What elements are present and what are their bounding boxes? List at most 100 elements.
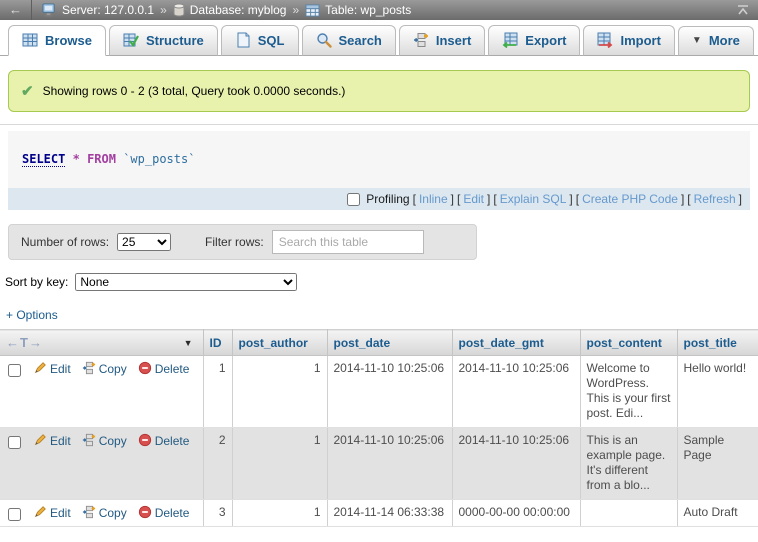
back-arrow-icon[interactable]: ←	[0, 0, 32, 20]
breadcrumb-database-label: Database: myblog	[190, 3, 287, 17]
tab-more[interactable]: ▼ More	[678, 26, 754, 56]
success-message: ✔ Showing rows 0 - 2 (3 total, Query too…	[8, 70, 750, 112]
edit-row-link[interactable]: Edit	[33, 362, 71, 376]
pencil-icon	[33, 505, 47, 519]
tab-label: Structure	[146, 33, 204, 48]
tab-insert[interactable]: Insert	[399, 25, 485, 56]
tab-import[interactable]: Import	[583, 25, 674, 56]
sort-by-key-select[interactable]: None	[75, 273, 297, 291]
sort-by-key-label: Sort by key:	[5, 275, 68, 289]
sort-descending-icon[interactable]: ▼	[184, 338, 193, 348]
pencil-icon	[33, 361, 47, 375]
bracket: [	[576, 192, 579, 206]
tab-label: Export	[525, 33, 566, 48]
row-checkbox[interactable]	[8, 436, 21, 449]
cell-id: 3	[203, 500, 232, 527]
tab-label: Import	[620, 33, 660, 48]
filter-rows-input[interactable]	[272, 230, 424, 254]
sql-query-region: SELECT * FROM `wp_posts` Profiling [ Inl…	[8, 131, 750, 210]
cell-post-content: This is an example page. It's different …	[580, 428, 677, 500]
collapse-icon[interactable]	[736, 4, 750, 16]
action-columns-icon[interactable]: ←T→	[6, 335, 43, 350]
copy-icon	[82, 505, 96, 519]
tab-sql[interactable]: SQL	[221, 25, 299, 56]
cell-post-date: 2014-11-10 10:25:06	[327, 356, 452, 428]
cell-id: 2	[203, 428, 232, 500]
cell-post-date-gmt: 2014-11-10 10:25:06	[452, 428, 580, 500]
column-header-post-author[interactable]: post_author	[232, 330, 327, 356]
delete-row-link[interactable]: Delete	[138, 362, 190, 376]
row-checkbox[interactable]	[8, 508, 21, 521]
tab-bar: Browse Structure SQL Search Insert Expor…	[0, 20, 758, 56]
copy-row-link[interactable]: Copy	[82, 362, 127, 376]
column-header-post-title[interactable]: post_title	[677, 330, 758, 356]
number-of-rows-select[interactable]: 25	[117, 233, 171, 251]
pencil-icon	[33, 433, 47, 447]
copy-row-link[interactable]: Copy	[82, 434, 127, 448]
breadcrumb-separator: »	[160, 3, 167, 17]
tab-structure[interactable]: Structure	[109, 25, 218, 56]
column-header-id[interactable]: ID	[203, 330, 232, 356]
copy-icon	[82, 433, 96, 447]
bracket: [	[457, 192, 460, 206]
refresh-link[interactable]: Refresh	[694, 192, 736, 206]
bracket: ]	[681, 192, 684, 206]
inline-link[interactable]: Inline	[419, 192, 448, 206]
sql-keyword-from: FROM	[87, 152, 116, 166]
row-actions: Edit Copy Delete	[0, 500, 203, 527]
actions-header: ←T→ ▼	[0, 330, 203, 356]
column-header-post-content[interactable]: post_content	[580, 330, 677, 356]
breadcrumb: ← Server: 127.0.0.1 » Database: myblog »…	[0, 0, 758, 20]
profiling-label: Profiling	[366, 192, 409, 206]
success-message-text: Showing rows 0 - 2 (3 total, Query took …	[43, 84, 346, 98]
delete-row-link[interactable]: Delete	[138, 434, 190, 448]
breadcrumb-server[interactable]: Server: 127.0.0.1	[42, 3, 154, 17]
table-icon	[305, 4, 320, 17]
create-php-code-link[interactable]: Create PHP Code	[582, 192, 678, 206]
sql-table-name: `wp_posts`	[123, 152, 195, 166]
tab-search[interactable]: Search	[302, 25, 396, 56]
sql-keyword-select[interactable]: SELECT	[22, 152, 65, 167]
copy-icon	[82, 361, 96, 375]
check-icon: ✔	[21, 82, 34, 100]
tab-label: Insert	[436, 33, 471, 48]
cell-post-content: Welcome to WordPress. This is your first…	[580, 356, 677, 428]
cell-post-date: 2014-11-14 06:33:38	[327, 500, 452, 527]
bracket: ]	[569, 192, 572, 206]
separator	[0, 124, 758, 125]
structure-icon	[123, 32, 139, 48]
breadcrumb-database[interactable]: Database: myblog	[173, 3, 287, 17]
header-row: ←T→ ▼ ID post_author post_date post_date…	[0, 330, 758, 356]
delete-row-link[interactable]: Delete	[138, 506, 190, 520]
export-icon	[502, 32, 518, 48]
bracket: ]	[451, 192, 454, 206]
cell-post-date-gmt: 2014-11-10 10:25:06	[452, 356, 580, 428]
edit-query-link[interactable]: Edit	[463, 192, 484, 206]
row-checkbox[interactable]	[8, 364, 21, 377]
edit-row-link[interactable]: Edit	[33, 506, 71, 520]
column-header-post-date-gmt[interactable]: post_date_gmt	[452, 330, 580, 356]
tab-label: More	[709, 33, 740, 48]
cell-post-title: Auto Draft	[677, 500, 758, 527]
tab-label: SQL	[258, 33, 285, 48]
copy-row-link[interactable]: Copy	[82, 506, 127, 520]
column-header-post-date[interactable]: post_date	[327, 330, 452, 356]
delete-icon	[138, 361, 152, 375]
bracket: [	[493, 192, 496, 206]
explain-sql-link[interactable]: Explain SQL	[500, 192, 567, 206]
row-actions: Edit Copy Delete	[0, 428, 203, 500]
breadcrumb-separator: »	[292, 3, 299, 17]
delete-icon	[138, 505, 152, 519]
breadcrumb-table[interactable]: Table: wp_posts	[305, 3, 411, 17]
tab-export[interactable]: Export	[488, 25, 580, 56]
browse-table-icon	[22, 32, 38, 48]
sql-star: *	[73, 152, 80, 166]
cell-post-author: 1	[232, 500, 327, 527]
tab-browse[interactable]: Browse	[8, 25, 106, 56]
options-toggle[interactable]: + Options	[6, 308, 58, 322]
edit-row-link[interactable]: Edit	[33, 434, 71, 448]
table-row: EditCopyDelete 3 1 2014-11-14 06:33:38 0…	[0, 500, 758, 527]
row-actions: Edit Copy Delete	[0, 356, 203, 428]
profiling-checkbox[interactable]	[347, 193, 360, 206]
cell-post-date: 2014-11-10 10:25:06	[327, 428, 452, 500]
